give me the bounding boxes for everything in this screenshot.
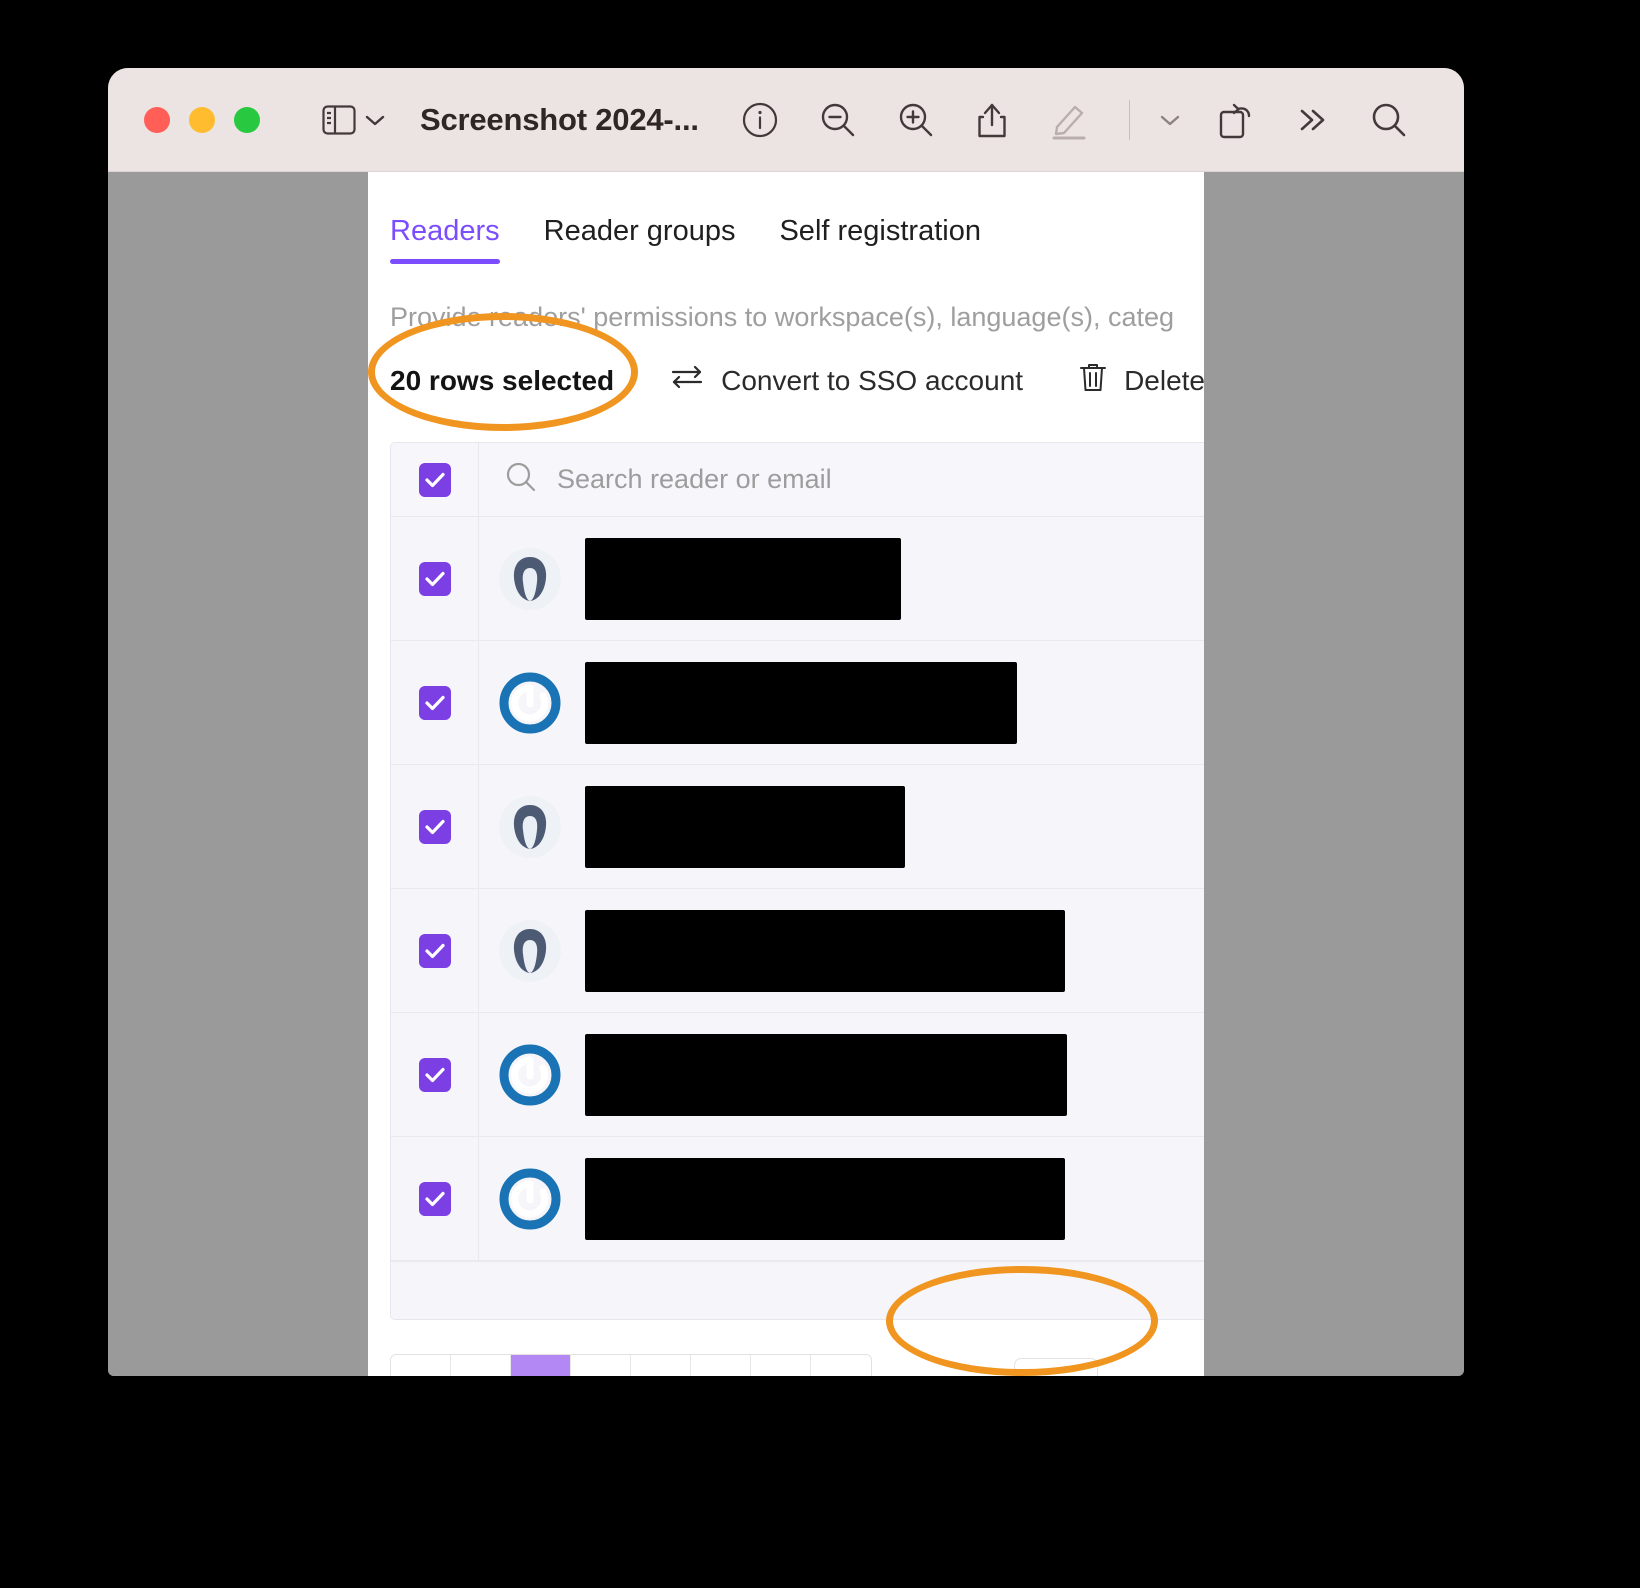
redacted-name bbox=[585, 1157, 1065, 1240]
zoom-out-icon[interactable] bbox=[819, 101, 857, 139]
row-select-cell bbox=[391, 765, 479, 888]
table-row[interactable]: N bbox=[391, 1137, 1204, 1261]
web-page-viewport: Readers Reader groups Self registration … bbox=[368, 172, 1204, 1376]
row-identity bbox=[479, 517, 1204, 640]
readers-admin-page: Readers Reader groups Self registration … bbox=[368, 172, 1204, 1376]
next-page-button[interactable] bbox=[751, 1355, 811, 1376]
table-header-row: C bbox=[391, 443, 1204, 517]
page-button-1[interactable]: 1 bbox=[511, 1355, 571, 1376]
search-input[interactable] bbox=[557, 464, 1200, 495]
info-icon[interactable] bbox=[741, 101, 779, 139]
traffic-lights bbox=[144, 106, 260, 133]
first-page-button[interactable] bbox=[391, 1355, 451, 1376]
tab-self-registration[interactable]: Self registration bbox=[779, 215, 981, 264]
power-logo-icon bbox=[499, 1168, 561, 1230]
row-select-cell bbox=[391, 889, 479, 1012]
tab-readers[interactable]: Readers bbox=[390, 215, 500, 264]
row-identity bbox=[479, 765, 1204, 888]
chevron-down-icon bbox=[364, 113, 386, 127]
markup-pen-icon[interactable] bbox=[1049, 100, 1089, 140]
search-icon bbox=[505, 461, 537, 498]
redacted-name bbox=[585, 661, 1017, 744]
row-checkbox[interactable] bbox=[418, 1057, 451, 1092]
delete-label: Delete bbox=[1124, 364, 1204, 396]
row-identity bbox=[479, 889, 1204, 1012]
convert-to-sso-button[interactable]: Convert to SSO account bbox=[670, 364, 1023, 397]
table-footer bbox=[391, 1261, 1204, 1319]
window-toolbar bbox=[741, 99, 1408, 140]
maximize-window-button[interactable] bbox=[234, 106, 260, 133]
page-number-input[interactable] bbox=[1013, 1358, 1098, 1376]
select-all-checkbox[interactable] bbox=[418, 462, 451, 497]
power-logo-icon bbox=[499, 672, 561, 734]
page-ellipsis[interactable]: ... bbox=[691, 1355, 751, 1376]
select-all-cell bbox=[391, 443, 479, 516]
row-checkbox[interactable] bbox=[418, 933, 451, 968]
markup-options-chevron-down-icon[interactable] bbox=[1158, 112, 1182, 128]
window-title: Screenshot 2024-... bbox=[420, 101, 699, 137]
share-icon[interactable] bbox=[975, 100, 1009, 140]
row-checkbox[interactable] bbox=[418, 685, 451, 720]
prev-page-button[interactable] bbox=[451, 1355, 511, 1376]
table-row[interactable]: N bbox=[391, 517, 1204, 641]
preview-window: Screenshot 2024-... Readers Reader group… bbox=[108, 68, 1464, 1376]
row-identity bbox=[479, 1013, 1204, 1136]
zoom-in-icon[interactable] bbox=[897, 101, 935, 139]
search-cell bbox=[479, 443, 1204, 516]
table-row[interactable]: N bbox=[391, 641, 1204, 765]
trash-icon bbox=[1079, 361, 1107, 400]
swap-arrows-icon bbox=[670, 364, 704, 397]
rows-selected-label: 20 rows selected bbox=[390, 364, 615, 396]
bulk-action-bar: 20 rows selected Convert to SSO account bbox=[368, 333, 1204, 400]
readers-table: C bbox=[390, 442, 1204, 1320]
chevrons-right-icon[interactable] bbox=[1294, 106, 1330, 134]
pagination-bar: 1 2 3 ... Page of 9 bbox=[390, 1354, 1204, 1376]
person-avatar-icon bbox=[499, 919, 561, 982]
sidebar-toggle-button[interactable] bbox=[322, 104, 386, 135]
tab-reader-groups[interactable]: Reader groups bbox=[544, 215, 736, 264]
row-select-cell bbox=[391, 1013, 479, 1136]
row-select-cell bbox=[391, 641, 479, 764]
tab-bar: Readers Reader groups Self registration bbox=[368, 172, 1204, 264]
person-avatar-icon bbox=[499, 795, 561, 858]
row-checkbox[interactable] bbox=[418, 561, 451, 596]
close-window-button[interactable] bbox=[144, 106, 170, 133]
table-row[interactable]: N bbox=[391, 765, 1204, 889]
page-total-label: of 9 bbox=[1118, 1373, 1166, 1377]
person-avatar-icon bbox=[499, 547, 561, 610]
row-identity bbox=[479, 641, 1204, 764]
page-description: Provide readers' permissions to workspac… bbox=[390, 302, 1175, 332]
delete-button[interactable]: Delete bbox=[1079, 361, 1204, 400]
row-select-cell bbox=[391, 517, 479, 640]
page-button-3[interactable]: 3 bbox=[631, 1355, 691, 1376]
search-icon[interactable] bbox=[1370, 101, 1408, 139]
row-checkbox[interactable] bbox=[418, 809, 451, 844]
page-button-2[interactable]: 2 bbox=[571, 1355, 631, 1376]
redacted-name bbox=[585, 537, 901, 620]
rotate-icon[interactable] bbox=[1216, 100, 1254, 140]
sidebar-icon bbox=[322, 104, 356, 135]
toolbar-divider bbox=[1128, 99, 1130, 140]
minimize-window-button[interactable] bbox=[189, 106, 215, 133]
last-page-button[interactable] bbox=[811, 1355, 871, 1376]
power-logo-icon bbox=[499, 1044, 561, 1106]
page-label: Page bbox=[926, 1373, 994, 1377]
row-identity bbox=[479, 1137, 1204, 1260]
table-row[interactable]: N bbox=[391, 1013, 1204, 1137]
redacted-name bbox=[585, 909, 1065, 992]
pager-buttons: 1 2 3 ... bbox=[390, 1354, 872, 1376]
redacted-name bbox=[585, 1033, 1067, 1116]
redacted-name bbox=[585, 785, 905, 868]
table-row[interactable]: N bbox=[391, 889, 1204, 1013]
window-titlebar: Screenshot 2024-... bbox=[108, 68, 1464, 172]
row-select-cell bbox=[391, 1137, 479, 1260]
window-content: Readers Reader groups Self registration … bbox=[108, 172, 1464, 1376]
row-checkbox[interactable] bbox=[418, 1181, 451, 1216]
convert-to-sso-label: Convert to SSO account bbox=[721, 364, 1024, 396]
